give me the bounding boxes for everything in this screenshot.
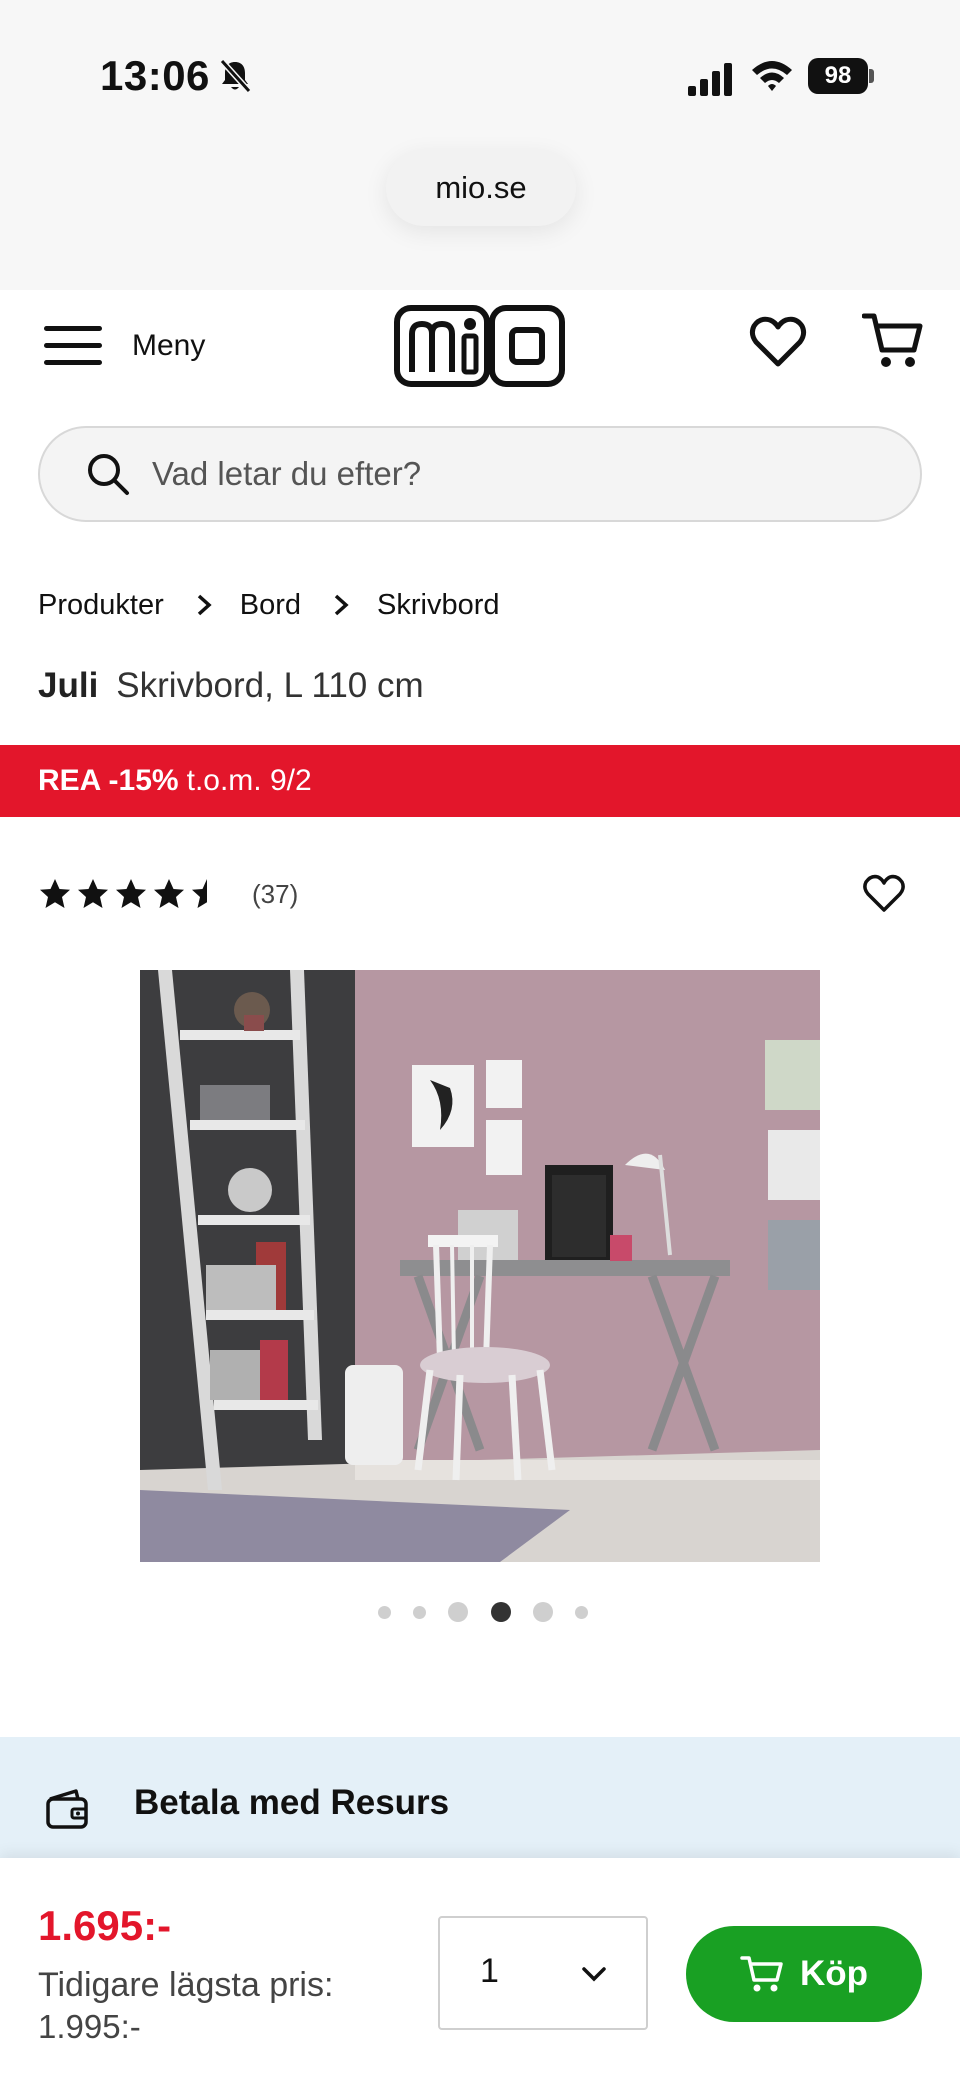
- browser-url-area: mio.se: [0, 150, 960, 290]
- sale-label: REA -15%: [38, 764, 179, 797]
- image-carousel-dots: [378, 1600, 588, 1624]
- wifi-icon: [752, 61, 792, 91]
- carousel-dot[interactable]: [490, 1602, 511, 1622]
- star-icon: [116, 879, 146, 908]
- star-icon: [192, 879, 222, 908]
- wallet-icon: [46, 1789, 88, 1829]
- quantity-value: 1: [480, 1952, 499, 1990]
- payment-title: Betala med Resurs: [134, 1783, 450, 1822]
- breadcrumb-item-produkter[interactable]: Produkter: [38, 589, 164, 622]
- signal-icon: [688, 63, 732, 96]
- chevron-right-icon: [334, 594, 349, 616]
- battery-icon: 98: [808, 58, 874, 94]
- star-icon: [78, 879, 108, 908]
- breadcrumb-item-bord[interactable]: Bord: [240, 589, 301, 622]
- heart-icon[interactable]: [862, 872, 906, 916]
- search-bar[interactable]: [38, 426, 922, 522]
- site-header: Meny: [0, 290, 960, 420]
- cart-icon: [740, 1956, 783, 1992]
- chevron-down-icon: [582, 1967, 606, 1982]
- product-name: Skrivbord, L 110 cm: [116, 666, 424, 705]
- breadcrumb-item-skrivbord[interactable]: Skrivbord: [377, 589, 500, 622]
- product-brand: Juli: [38, 666, 99, 705]
- heart-icon[interactable]: [748, 312, 808, 372]
- buy-label: Köp: [799, 1954, 869, 1993]
- buy-button[interactable]: Köp: [686, 1926, 922, 2022]
- price: 1.695:-: [38, 1902, 172, 1949]
- carousel-dot[interactable]: [448, 1602, 469, 1622]
- cart-icon[interactable]: [862, 310, 924, 372]
- previous-price-label: Tidigare lägsta pris:: [38, 1966, 334, 2004]
- search-input[interactable]: [152, 455, 852, 493]
- search-icon: [88, 454, 129, 495]
- sale-terms: t.o.m. 9/2: [186, 764, 312, 797]
- menu-button[interactable]: Meny: [40, 316, 230, 376]
- carousel-dot[interactable]: [378, 1605, 391, 1619]
- battery-level: 98: [808, 58, 868, 94]
- mio-logo[interactable]: [394, 300, 566, 388]
- product-image[interactable]: [140, 970, 820, 1562]
- review-count[interactable]: (37): [252, 879, 298, 910]
- product-title: Juli Skrivbord, L 110 cm: [38, 666, 424, 706]
- chevron-right-icon: [197, 594, 212, 616]
- rating-stars: [38, 877, 228, 911]
- status-bar: 13:06 98: [0, 0, 960, 150]
- breadcrumb: Produkter Bord Skrivbord: [38, 580, 500, 630]
- carousel-dot[interactable]: [574, 1605, 588, 1619]
- menu-icon: [40, 322, 106, 370]
- menu-label: Meny: [132, 329, 206, 362]
- product-rating[interactable]: (37): [38, 872, 298, 916]
- desk-room-illustration: [140, 970, 820, 1562]
- carousel-dot[interactable]: [413, 1605, 427, 1619]
- purchase-bar: 1.695:- Tidigare lägsta pris: 1.995:- 1 …: [0, 1858, 960, 2087]
- star-icon: [154, 879, 184, 908]
- carousel-dot[interactable]: [532, 1602, 553, 1622]
- status-time: 13:06: [100, 52, 210, 99]
- url-bar[interactable]: mio.se: [386, 150, 576, 226]
- bell-muted-icon: [219, 58, 252, 94]
- sale-banner: REA -15% t.o.m. 9/2: [0, 745, 960, 817]
- previous-price-value: 1.995:-: [38, 2008, 141, 2045]
- star-icon: [40, 879, 70, 908]
- quantity-select[interactable]: 1: [438, 1916, 648, 2030]
